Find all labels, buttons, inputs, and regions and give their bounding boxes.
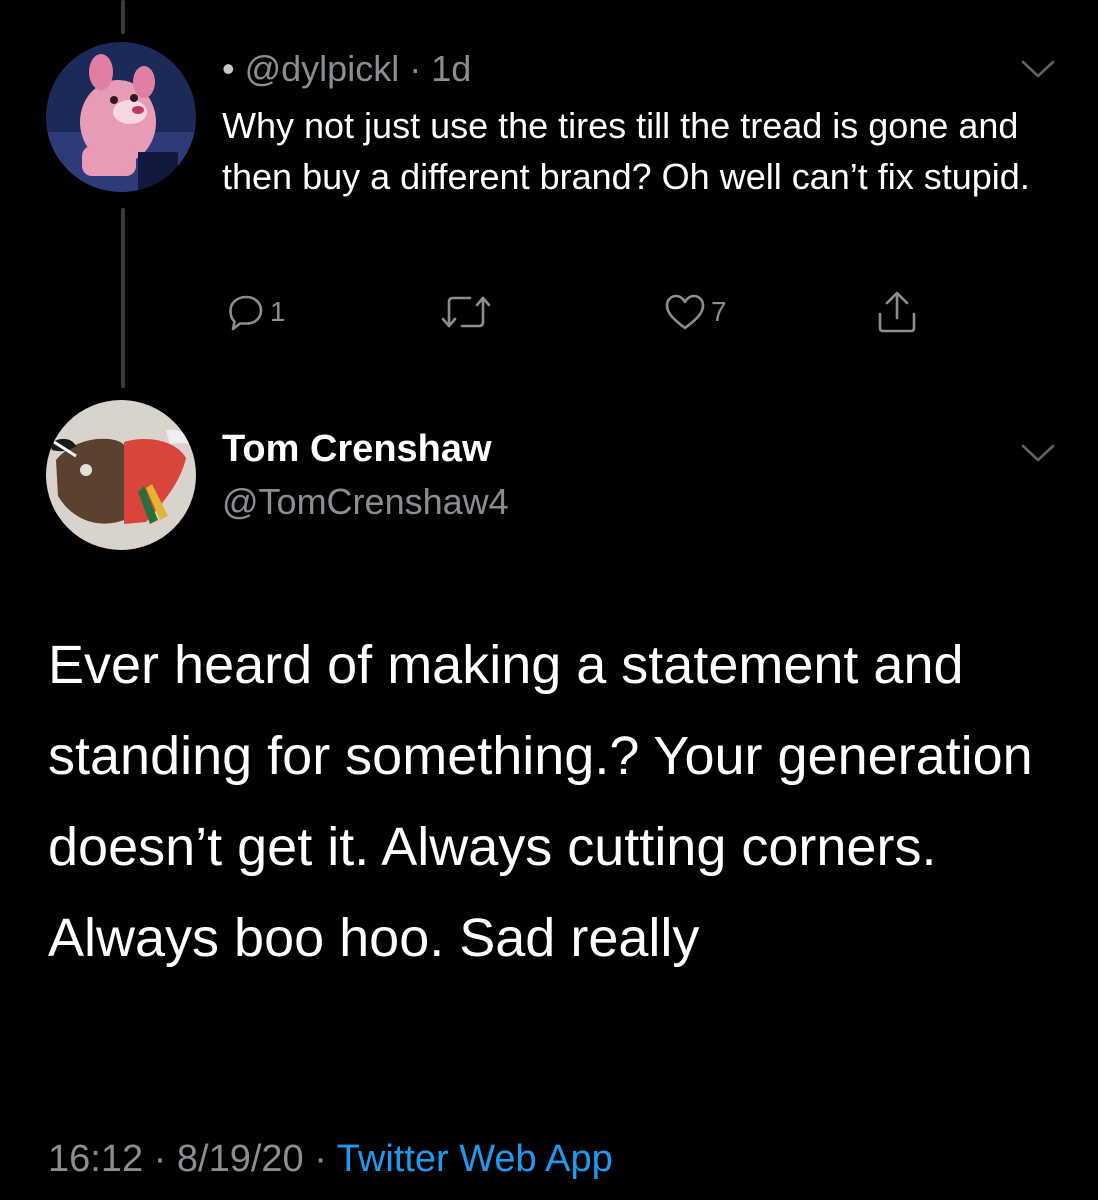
thread-line-top [121, 0, 125, 34]
like-button[interactable]: 7 [663, 290, 727, 334]
like-count: 7 [711, 296, 727, 327]
tweet-time: 16:12 [48, 1138, 144, 1180]
thread-line-middle [121, 208, 125, 388]
share-button[interactable] [876, 290, 918, 334]
tweet-meta: 16:12 · 8/19/20 · Twitter Web App [48, 1138, 613, 1181]
chevron-down-icon[interactable] [1020, 442, 1056, 464]
meta-separator: · [314, 1138, 327, 1180]
chevron-down-icon[interactable] [1020, 58, 1056, 80]
tweet-text: Ever heard of making a statement and sta… [48, 635, 1033, 968]
retweet-icon [441, 296, 491, 328]
reply-handle[interactable]: @dylpickl [245, 48, 400, 89]
heart-icon [665, 294, 705, 330]
share-icon [878, 291, 916, 333]
author-name[interactable]: Tom Crenshaw [222, 428, 492, 471]
reply-separator: · [409, 48, 422, 89]
author-avatar[interactable] [46, 400, 196, 550]
reply-button[interactable]: 1 [226, 290, 286, 334]
chicago-sports-logos-avatar-icon [46, 400, 196, 550]
tweet-source-link[interactable]: Twitter Web App [337, 1138, 613, 1180]
pink-panther-avatar-icon [46, 42, 196, 192]
reply-time[interactable]: 1d [431, 48, 471, 89]
reply-text: Why not just use the tires till the trea… [222, 105, 1030, 197]
reply-avatar[interactable] [46, 42, 196, 192]
reply-icon [229, 295, 263, 331]
retweet-button[interactable] [440, 290, 492, 334]
tweet-date: 8/19/20 [176, 1138, 304, 1180]
reply-header: • @dylpickl · 1d [222, 48, 471, 90]
author-handle[interactable]: @TomCrenshaw4 [222, 481, 509, 523]
meta-separator: · [153, 1138, 167, 1180]
bullet: • [222, 48, 235, 89]
reply-count: 1 [270, 296, 286, 327]
